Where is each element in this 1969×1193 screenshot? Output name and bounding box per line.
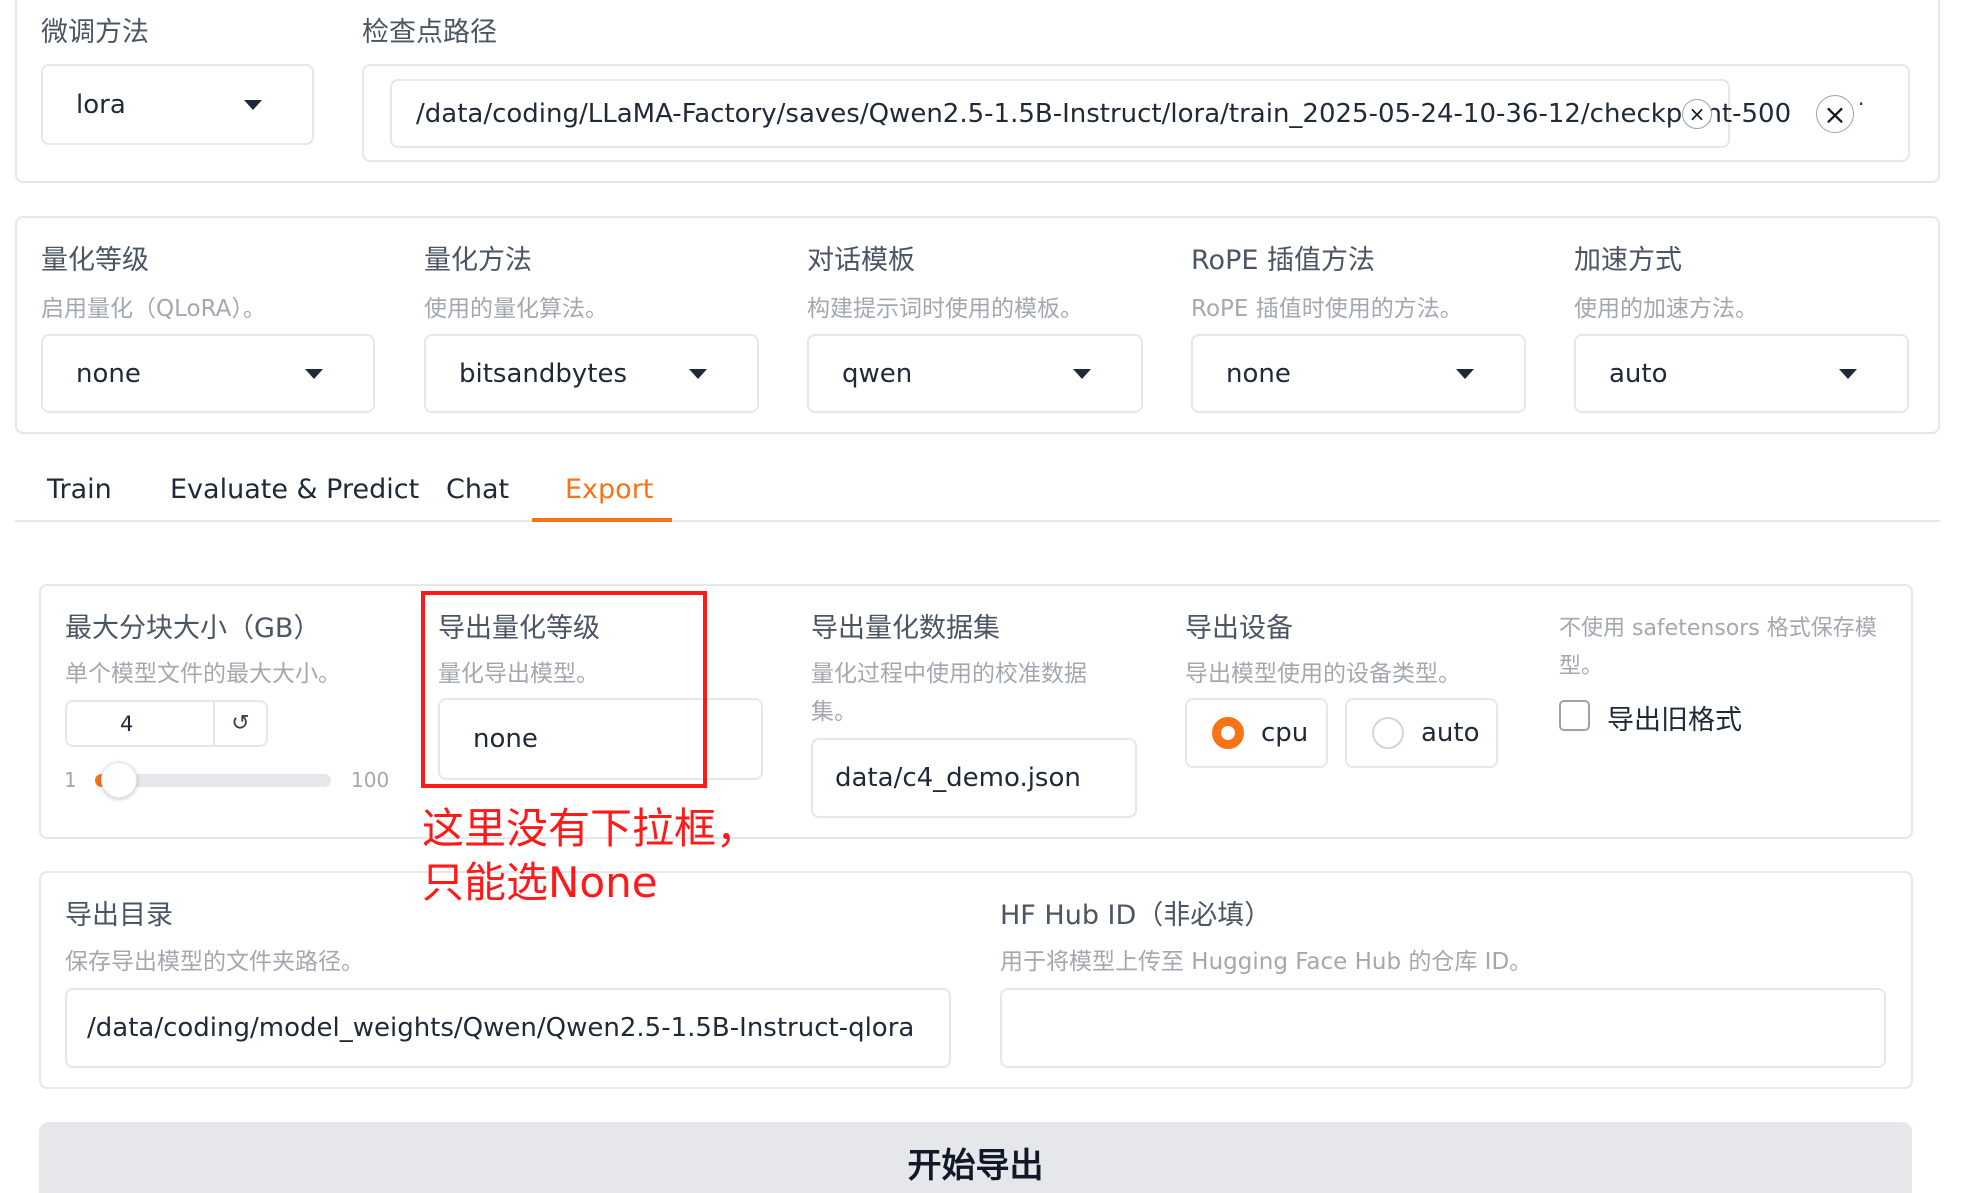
device-option-auto-label: auto [1421, 718, 1480, 748]
export-quant-dataset-input[interactable]: data/c4_demo.json [811, 738, 1137, 818]
checkpoint-path-label: 检查点路径 [362, 17, 497, 48]
export-legacy-info: 不使用 safetensors 格式保存模 [1559, 616, 1877, 641]
export-device-info: 导出模型使用的设备类型。 [1185, 661, 1461, 687]
tab-train[interactable]: Train [47, 474, 112, 505]
radio-unselected-icon [1372, 717, 1404, 749]
booster-value: auto [1609, 358, 1668, 389]
chevron-down-icon [244, 99, 262, 110]
quant-method-label: 量化方法 [424, 245, 532, 276]
max-shard-number-input[interactable]: 4 [65, 700, 215, 747]
quant-bit-info: 启用量化（QLoRA）。 [41, 296, 266, 322]
template-label: 对话模板 [807, 245, 915, 276]
export-legacy-info-cont: 型。 [1559, 654, 1604, 679]
tab-export[interactable]: Export [565, 474, 653, 505]
slider-thumb[interactable] [101, 762, 137, 798]
chevron-down-icon [1073, 368, 1091, 379]
booster-label: 加速方式 [1574, 245, 1682, 276]
quant-method-dropdown[interactable]: bitsandbytes [424, 334, 759, 413]
export-dir-value: /data/coding/model_weights/Qwen/Qwen2.5-… [87, 1013, 915, 1043]
export-dir-label: 导出目录 [65, 900, 173, 931]
finetune-method-label: 微调方法 [41, 17, 149, 48]
dropdown-indicator-icon: · [1858, 92, 1865, 116]
max-shard-value: 4 [120, 711, 134, 736]
export-quant-dataset-info: 量化过程中使用的校准数据 [811, 661, 1087, 687]
hf-hub-id-input[interactable] [1000, 988, 1886, 1068]
export-quant-dataset-info-cont: 集。 [811, 699, 857, 725]
template-dropdown[interactable]: qwen [807, 334, 1143, 413]
export-dir-info: 保存导出模型的文件夹路径。 [65, 949, 364, 975]
tab-chat[interactable]: Chat [446, 474, 509, 505]
booster-dropdown[interactable]: auto [1574, 334, 1909, 413]
quant-bit-dropdown[interactable]: none [41, 334, 375, 413]
export-legacy-label: 导出旧格式 [1607, 705, 1742, 736]
quant-method-value: bitsandbytes [459, 358, 628, 389]
chevron-down-icon [1839, 368, 1857, 379]
annotation-text-line1: 这里没有下拉框， [422, 804, 759, 853]
rope-value: none [1226, 358, 1291, 389]
export-dir-input[interactable]: /data/coding/model_weights/Qwen/Qwen2.5-… [65, 988, 951, 1068]
hf-hub-id-label: HF Hub ID（非必填） [1000, 900, 1272, 931]
chevron-down-icon [305, 368, 323, 379]
template-info: 构建提示词时使用的模板。 [807, 296, 1083, 322]
hf-hub-id-info: 用于将模型上传至 Hugging Face Hub 的仓库 ID。 [1000, 949, 1533, 975]
template-value: qwen [842, 358, 913, 389]
device-option-cpu-label: cpu [1261, 718, 1309, 748]
quant-bit-value: none [76, 358, 141, 389]
booster-info: 使用的加速方法。 [1574, 296, 1758, 322]
finetune-method-value: lora [76, 89, 126, 120]
start-export-button-label: 开始导出 [907, 1146, 1044, 1186]
export-quant-dataset-label: 导出量化数据集 [811, 613, 1000, 644]
rope-info: RoPE 插值时使用的方法。 [1191, 296, 1463, 322]
slider-min-label: 1 [64, 768, 77, 792]
checkpoint-chip: /data/coding/LLaMA-Factory/saves/Qwen2.5… [390, 79, 1791, 148]
max-shard-slider[interactable] [95, 760, 335, 800]
clear-all-icon[interactable]: × [1816, 95, 1854, 133]
checkpoint-chip-text: /data/coding/LLaMA-Factory/saves/Qwen2.5… [416, 98, 1792, 129]
tabs-divider [15, 520, 1940, 522]
rope-dropdown[interactable]: none [1191, 334, 1526, 413]
quant-method-info: 使用的量化算法。 [424, 296, 608, 322]
reset-icon: ↺ [231, 711, 250, 736]
checkpoint-path-dropdown[interactable]: /data/coding/LLaMA-Factory/saves/Qwen2.5… [362, 64, 1910, 162]
radio-selected-icon [1212, 717, 1244, 749]
export-legacy-checkbox[interactable] [1559, 700, 1590, 731]
tab-export-underline [532, 518, 672, 522]
chip-remove-icon[interactable]: × [1682, 99, 1712, 129]
annotation-text-line2: 只能选None [422, 858, 658, 907]
chevron-down-icon [689, 368, 707, 379]
rope-label: RoPE 插值方法 [1191, 245, 1375, 276]
quant-bit-label: 量化等级 [41, 245, 149, 276]
chevron-down-icon [1456, 368, 1474, 379]
max-shard-info: 单个模型文件的最大大小。 [65, 661, 341, 687]
finetune-method-dropdown[interactable]: lora [41, 64, 314, 145]
export-device-label: 导出设备 [1185, 613, 1293, 644]
max-shard-label: 最大分块大小（GB） [65, 613, 321, 644]
start-export-button[interactable]: 开始导出 [39, 1122, 1912, 1193]
reset-button[interactable]: ↺ [213, 700, 268, 747]
device-option-cpu[interactable]: cpu [1185, 698, 1328, 768]
device-option-auto[interactable]: auto [1345, 698, 1498, 768]
slider-max-label: 100 [351, 768, 390, 792]
export-quant-dataset-value: data/c4_demo.json [835, 763, 1081, 793]
annotation-highlight-box [421, 591, 707, 788]
tab-evaluate-predict[interactable]: Evaluate & Predict [170, 474, 419, 505]
